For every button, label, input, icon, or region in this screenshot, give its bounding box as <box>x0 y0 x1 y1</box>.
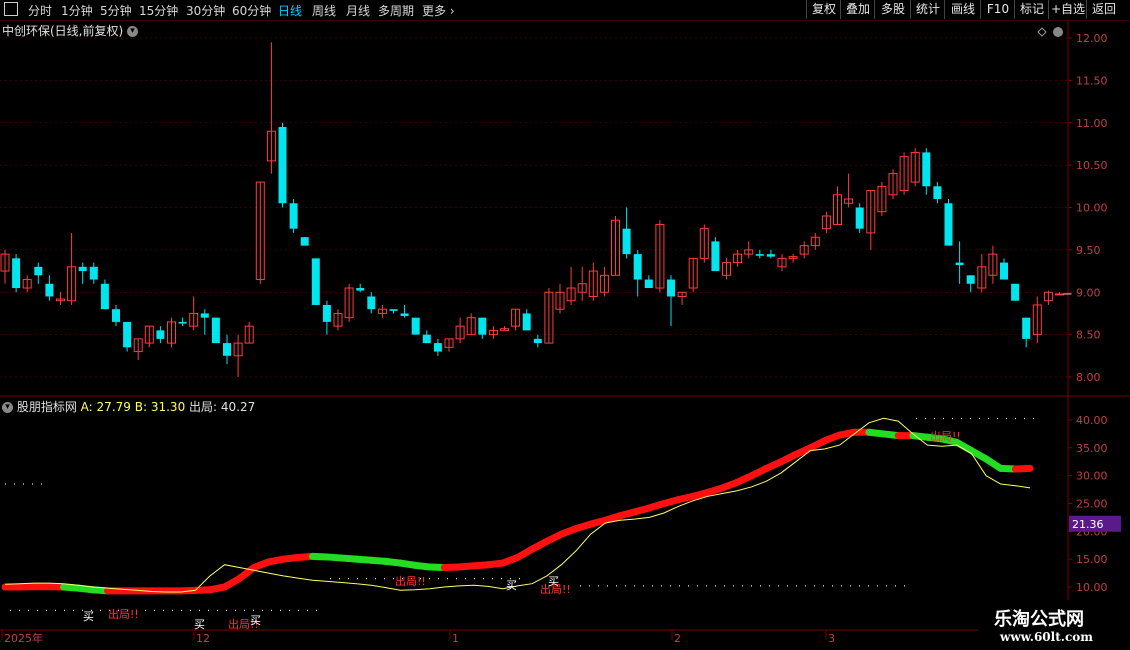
exit-signal: 出局!! <box>930 429 961 443</box>
buy-signal: 买 <box>506 579 517 592</box>
candle-body <box>278 126 287 204</box>
exit-signal: 出局!! <box>108 607 139 621</box>
buy-signal: 买 <box>83 610 94 623</box>
y-tick-label: 30.00 <box>1076 470 1108 483</box>
candle-body <box>12 258 21 289</box>
x-tick-label: 1 <box>452 632 459 645</box>
exit-signal: 出局!! <box>395 574 426 588</box>
candle-body <box>955 262 964 266</box>
y-tick-label: 11.50 <box>1076 74 1108 87</box>
candle-body <box>211 317 220 344</box>
series-a-line <box>4 417 1031 593</box>
candle-body <box>755 254 764 256</box>
candle-body <box>200 313 209 318</box>
candle-body <box>1055 293 1064 296</box>
candle-body <box>389 309 398 311</box>
y-tick-label: 15.00 <box>1076 553 1108 566</box>
watermark-url: www.60lt.com <box>1000 630 1093 644</box>
candle-body <box>400 313 409 316</box>
candle-body <box>112 309 120 322</box>
candle-body <box>78 266 87 272</box>
y-tick-label: 10.00 <box>1076 202 1108 215</box>
candle-body <box>223 343 231 356</box>
y-tick-label: 12.00 <box>1076 32 1108 45</box>
candle-body <box>89 266 98 280</box>
band-segment <box>1011 464 1034 473</box>
candle-body <box>123 321 132 348</box>
y-tick-label: 25.00 <box>1076 498 1108 511</box>
x-tick-label: 2 <box>674 632 681 645</box>
x-tick-label: 3 <box>828 632 835 645</box>
candle-body <box>1022 317 1031 339</box>
candle-body <box>944 203 953 246</box>
candle-body <box>311 258 320 305</box>
y-tick-label: 9.00 <box>1076 286 1101 299</box>
candle-body <box>156 330 165 339</box>
watermark-title: 乐淘公式网 <box>994 609 1084 630</box>
x-tick-label: 2025年 <box>4 631 43 645</box>
candle-body <box>855 207 864 229</box>
candle-body <box>966 275 975 284</box>
y-tick-label: 40.00 <box>1076 414 1108 427</box>
candle-body <box>667 279 675 297</box>
current-value: 21.36 <box>1072 518 1104 531</box>
candle-body <box>711 241 720 272</box>
candle-body <box>289 203 298 229</box>
candle-body <box>533 338 542 344</box>
candle-body <box>922 152 931 187</box>
candle-body <box>178 321 187 324</box>
candle-body <box>933 186 942 200</box>
y-tick-label: 8.50 <box>1076 329 1101 342</box>
candle-body <box>433 343 442 352</box>
candle-body <box>522 313 531 331</box>
x-tick-label: 12 <box>196 632 210 645</box>
chart-canvas[interactable]: 12.00 11.50 11.00 10.50 10.00 9.50 9.00 8.50 8.0… <box>0 0 1130 650</box>
candle-body <box>356 288 365 291</box>
buy-signal: 买 <box>194 618 205 631</box>
candle-body <box>633 254 642 280</box>
candle-body <box>100 283 109 310</box>
candle-body <box>766 254 775 257</box>
buy-signal: 买 <box>548 575 559 588</box>
candle-body <box>322 304 331 322</box>
candle-body <box>45 283 54 297</box>
candle-body <box>478 317 487 335</box>
y-tick-label: 11.00 <box>1076 117 1108 130</box>
candle-body <box>644 279 653 289</box>
y-tick-label: 35.00 <box>1076 442 1108 455</box>
y-tick-label: 10.50 <box>1076 159 1108 172</box>
candle-body <box>622 228 631 255</box>
diamond-icon <box>1037 27 1047 37</box>
candle-body <box>367 296 376 310</box>
candle-body <box>1011 283 1020 301</box>
candle-body <box>411 317 420 335</box>
y-tick-label: 9.50 <box>1076 244 1101 257</box>
buy-signal: 买 <box>250 614 261 627</box>
y-tick-label: 8.00 <box>1076 371 1101 384</box>
y-tick-label: 10.00 <box>1076 581 1108 594</box>
candle-body <box>1000 262 1008 280</box>
candle-body <box>34 266 43 276</box>
candle-body <box>300 237 309 246</box>
candle-body <box>422 334 431 344</box>
circle-icon <box>1053 27 1063 37</box>
